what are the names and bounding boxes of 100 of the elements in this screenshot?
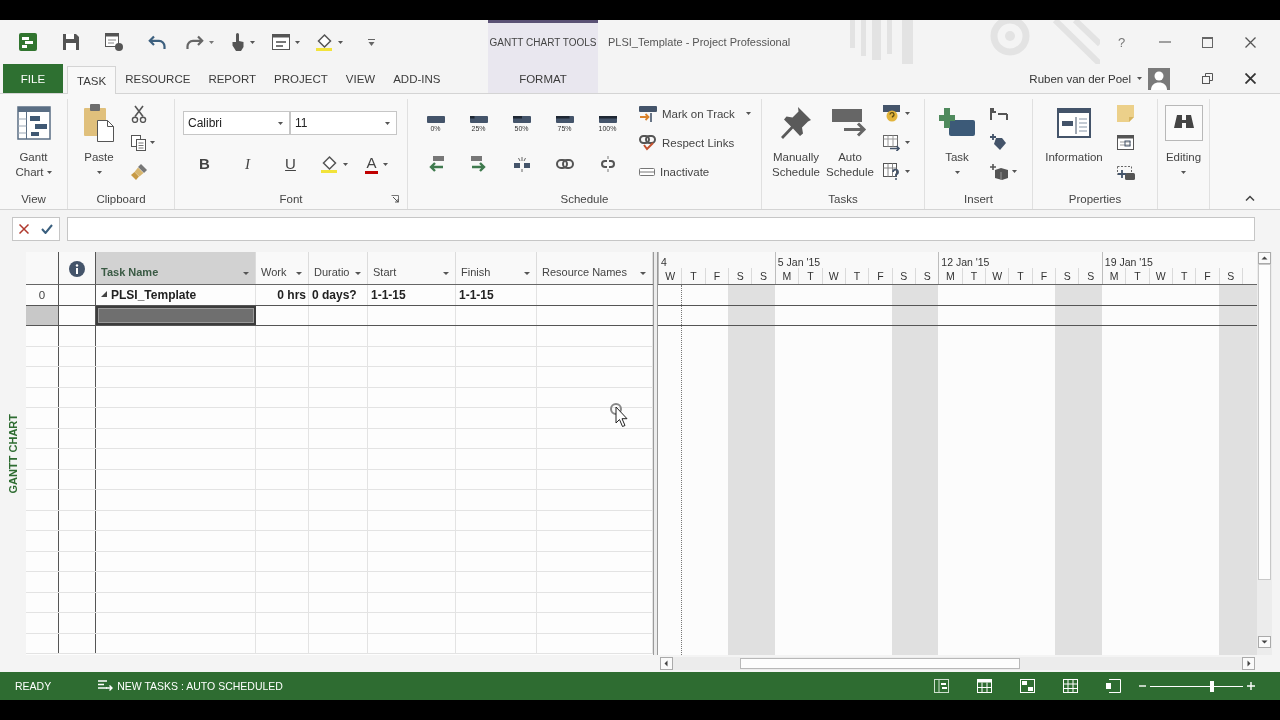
row-header[interactable]: 0 <box>26 285 59 305</box>
app-logo-icon[interactable] <box>18 33 37 51</box>
table-arrow-icon[interactable] <box>883 134 901 151</box>
check-icon[interactable] <box>41 224 53 234</box>
entry-field[interactable] <box>67 217 1255 241</box>
scroll-right-icon[interactable] <box>1242 657 1255 670</box>
timeline-view-icon[interactable] <box>1106 679 1121 693</box>
insert-task-button[interactable]: Task <box>937 99 977 174</box>
close-icon[interactable] <box>1245 73 1256 84</box>
bar-question-icon[interactable] <box>883 105 901 122</box>
ribbon-tab[interactable]: FILE <box>3 64 63 93</box>
collapse-ribbon-icon[interactable] <box>1245 195 1255 201</box>
caret-icon[interactable] <box>640 272 646 275</box>
calendar-window-icon[interactable] <box>1117 135 1134 150</box>
ribbon-tab[interactable]: VIEW <box>336 64 385 93</box>
caret-icon[interactable] <box>296 272 302 275</box>
summary-bracket-icon[interactable] <box>990 107 1008 120</box>
caret-icon[interactable] <box>905 170 910 173</box>
caret-icon[interactable] <box>355 272 361 275</box>
ribbon-tab[interactable]: FORMAT <box>488 64 598 93</box>
gantt-view-icon[interactable] <box>934 679 949 693</box>
column-header[interactable]: Finish <box>456 252 537 284</box>
manually-schedule-button[interactable]: Manually Schedule <box>769 99 823 180</box>
caret-icon[interactable] <box>1012 170 1017 173</box>
auto-schedule-button[interactable]: Auto Schedule <box>823 99 877 180</box>
unlink-icon[interactable] <box>599 156 616 172</box>
caret-icon[interactable] <box>243 272 249 275</box>
add-to-timeline-icon[interactable] <box>1117 163 1135 180</box>
scroll-left-icon[interactable] <box>660 657 673 670</box>
undo-icon[interactable] <box>147 35 166 49</box>
cancel-icon[interactable] <box>19 224 29 234</box>
column-header[interactable]: Duratio <box>309 252 368 284</box>
split-view-icon[interactable] <box>1020 679 1035 693</box>
form-window-icon[interactable] <box>271 34 290 50</box>
sheet-grid-icon[interactable] <box>1063 679 1078 693</box>
caret-icon[interactable] <box>905 141 910 144</box>
collapse-triangle-icon[interactable] <box>101 290 107 297</box>
vertical-scrollbar[interactable] <box>1257 252 1272 655</box>
new-tasks-mode-button[interactable]: NEW TASKS : AUTO SCHEDULED <box>98 680 283 692</box>
information-button[interactable]: Information <box>1041 99 1107 165</box>
user-name[interactable]: Ruben van der Poel <box>1029 72 1131 85</box>
window-icon[interactable] <box>104 33 123 51</box>
scrollbar-thumb[interactable] <box>740 658 1020 669</box>
scissors-icon[interactable] <box>131 104 147 123</box>
tag-icon[interactable] <box>990 134 1006 151</box>
help-button[interactable]: ? <box>1115 34 1128 50</box>
paste-button[interactable]: Paste <box>79 99 119 174</box>
font-size-field[interactable]: 11 <box>290 111 397 135</box>
close-icon[interactable] <box>1245 36 1256 48</box>
highlight-icon[interactable] <box>319 155 338 173</box>
redo-icon[interactable] <box>185 35 204 49</box>
paintbrush-icon[interactable] <box>131 163 147 180</box>
copy-icon[interactable] <box>131 134 146 151</box>
maximize-icon[interactable] <box>1202 36 1213 48</box>
caret-icon[interactable] <box>294 40 300 44</box>
hand-pointer-icon[interactable] <box>230 33 245 51</box>
italic-button[interactable]: I <box>243 155 252 173</box>
caret-icon[interactable] <box>337 40 343 44</box>
avatar-silhouette-icon[interactable] <box>1148 67 1170 90</box>
caret-icon[interactable] <box>524 272 530 275</box>
slider-thumb[interactable] <box>1210 680 1215 692</box>
ribbon-tab[interactable]: RESOURCE <box>116 64 200 93</box>
calendar-grid-icon[interactable] <box>977 679 992 693</box>
caret-icon[interactable] <box>443 272 449 275</box>
column-header[interactable]: Start <box>368 252 456 284</box>
caret-icon[interactable] <box>342 162 348 166</box>
scrollbar-thumb[interactable] <box>1258 264 1271 580</box>
restore-window-icon[interactable] <box>1202 73 1213 84</box>
caret-icon[interactable] <box>249 40 255 44</box>
respect-links-button[interactable]: Respect Links <box>639 128 751 157</box>
scroll-down-icon[interactable] <box>1258 636 1271 648</box>
ribbon-tab[interactable]: TASK <box>67 66 117 94</box>
split-task-icon[interactable] <box>513 156 530 172</box>
fill-color-icon[interactable] <box>314 33 333 51</box>
ribbon-tab[interactable]: PROJECT <box>265 64 337 93</box>
inactivate-button[interactable]: Inactivate <box>639 157 751 186</box>
ribbon-tab[interactable]: REPORT <box>199 64 266 93</box>
customize-toolbar-icon[interactable] <box>368 38 375 46</box>
table-question-icon[interactable] <box>883 163 901 180</box>
indent-icon[interactable] <box>469 156 488 172</box>
column-header[interactable]: Task Name <box>96 252 256 284</box>
link-icon[interactable] <box>555 159 574 169</box>
active-cell[interactable] <box>96 305 256 325</box>
bold-button[interactable]: B <box>197 155 212 173</box>
font-color-button[interactable]: A <box>365 154 388 174</box>
horizontal-scrollbar[interactable] <box>660 657 1255 670</box>
column-header[interactable]: Work <box>256 252 309 284</box>
box-plus-icon[interactable] <box>990 163 1008 180</box>
font-name-field[interactable]: Calibri <box>183 111 290 135</box>
underline-button[interactable]: U <box>283 155 298 173</box>
caret-icon[interactable] <box>208 40 214 44</box>
caret-icon[interactable] <box>150 141 155 144</box>
ribbon-tab[interactable]: ADD-INS <box>384 64 450 93</box>
dialog-launcher-icon[interactable] <box>391 195 399 203</box>
caret-icon[interactable] <box>1137 77 1142 80</box>
save-icon[interactable] <box>62 34 79 50</box>
mark-on-track-button[interactable]: Mark on Track <box>639 99 751 128</box>
zoom-in-icon[interactable] <box>1247 682 1255 690</box>
editing-button[interactable]: Editing <box>1160 99 1207 174</box>
caret-icon[interactable] <box>905 112 910 115</box>
